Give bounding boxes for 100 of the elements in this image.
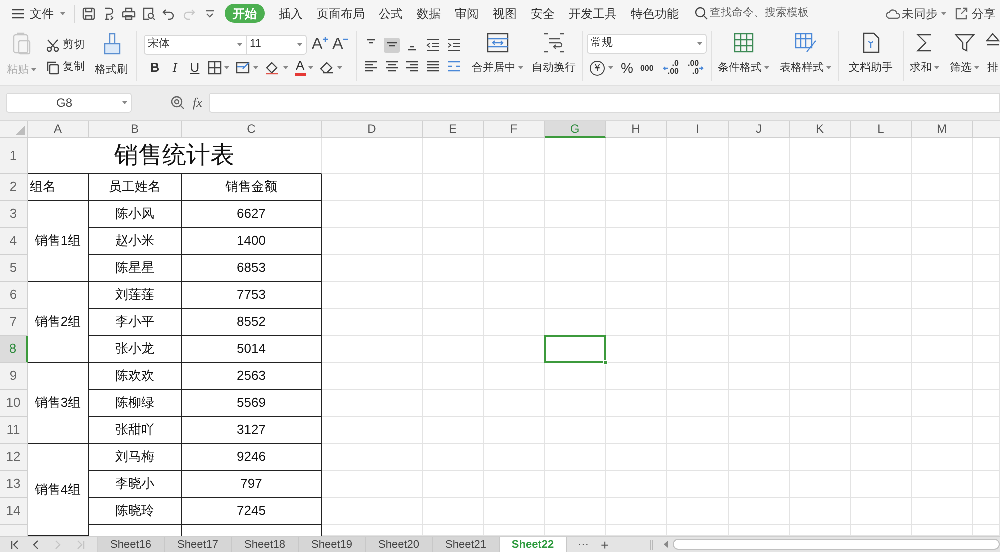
thousands-button[interactable]: 000 [640,64,654,72]
merge-center-button[interactable]: 合并居中 [472,27,524,85]
column-header[interactable]: I [667,121,729,138]
row-header[interactable]: 1 [0,138,28,174]
share-button[interactable]: 分享 [955,4,996,22]
cell-style-icon[interactable] [236,60,251,74]
zoom-icon[interactable] [170,95,186,111]
copy-icon[interactable] [46,60,60,74]
formula-input[interactable] [209,93,1000,113]
add-sheet-button[interactable]: + [598,537,612,552]
format-painter-button[interactable]: 格式刷 [95,27,128,85]
sheet-tab[interactable]: Sheet19 [299,537,366,552]
percent-button[interactable]: % [621,58,634,78]
row-header[interactable]: 14 [0,498,28,525]
font-color-button[interactable]: A [295,58,314,78]
copy-button[interactable]: 复制 [46,58,85,78]
caret-icon[interactable] [974,66,980,70]
conditional-format-button[interactable]: 条件格式 [718,27,770,85]
scissors-icon[interactable] [46,38,60,52]
search-field[interactable]: 查找命令、搜索模板 [710,5,814,22]
row-header[interactable]: 12 [0,444,28,471]
menu-tab[interactable]: 插入 [273,4,309,23]
function-button[interactable]: fx [193,93,202,113]
menu-tab[interactable]: 审阅 [449,4,485,23]
fill-handle[interactable] [603,360,608,365]
justify-icon[interactable] [425,59,442,74]
paint-bucket-icon[interactable] [265,60,281,74]
increase-indent-icon[interactable] [446,38,462,53]
align-center-icon[interactable] [384,59,400,74]
table-grid-icon[interactable] [732,32,756,54]
font-select[interactable]: 宋体 [144,34,247,54]
print-icon[interactable] [122,6,136,20]
caret-icon[interactable] [122,101,128,105]
menu-tab[interactable]: 安全 [525,4,561,23]
caret-icon[interactable] [283,66,289,70]
caret-icon[interactable] [934,66,940,70]
caret-icon[interactable] [941,12,947,16]
sheet-tab[interactable]: Sheet18 [232,537,299,552]
caret-icon[interactable] [308,66,314,70]
font-size-select[interactable]: 11 [247,34,307,54]
share-icon[interactable] [955,7,968,20]
menu-tab[interactable]: 页面布局 [311,4,371,23]
print-preview-icon[interactable] [142,6,156,20]
sheet-tab[interactable]: Sheet16 [98,537,165,552]
column-header[interactable]: D [322,121,423,138]
table-pen-icon[interactable] [794,32,818,54]
document-icon[interactable] [102,6,116,20]
row-header[interactable]: 5 [0,255,28,282]
menu-icon[interactable] [11,8,25,20]
underline-button[interactable]: U [188,58,202,78]
sync-button[interactable]: 未同步 [886,4,947,22]
menu-tab[interactable]: 公式 [373,4,409,23]
increase-font-button[interactable]: A [312,36,328,54]
column-header[interactable]: H [606,121,667,138]
caret-icon[interactable] [237,42,243,46]
filter-icon[interactable] [954,32,976,54]
caret-icon[interactable] [224,66,230,70]
caret-icon[interactable] [253,66,259,70]
italic-button[interactable]: I [168,58,182,78]
sort-button[interactable]: 排 [986,27,1000,85]
name-box[interactable]: G8 [6,93,132,113]
file-menu-button[interactable]: 文件 [11,2,66,24]
sheet-tab[interactable]: Sheet20 [366,537,433,552]
bold-button[interactable]: B [148,58,162,78]
filter-button[interactable]: 筛选 [950,27,980,85]
eraser-icon[interactable] [320,61,335,74]
caret-icon[interactable] [518,66,524,70]
row-header[interactable]: 13 [0,471,28,498]
row-header[interactable]: 11 [0,417,28,444]
column-header[interactable]: J [729,121,790,138]
row-header[interactable]: 3 [0,201,28,228]
caret-icon[interactable] [297,42,303,46]
caret-icon[interactable] [697,42,704,46]
merge-cells-icon[interactable] [486,32,510,54]
undo-icon[interactable] [162,6,176,20]
row-header[interactable]: 9 [0,363,28,390]
row-header[interactable]: 6 [0,282,28,309]
doc-assistant-button[interactable]: 文档助手 [849,27,894,85]
scroll-left-icon[interactable] [663,541,670,548]
distribute-icon[interactable] [446,59,462,74]
row-header[interactable]: 4 [0,228,28,255]
sheet-tab[interactable]: Sheet17 [165,537,232,552]
align-middle-icon[interactable] [384,38,400,53]
first-sheet-icon[interactable] [10,540,20,550]
caret-icon[interactable] [826,66,832,70]
horizontal-scrollbar[interactable] [673,539,1000,550]
selected-cell[interactable] [544,335,606,363]
save-icon[interactable] [82,6,96,20]
caret-icon[interactable] [608,66,614,70]
more-sheets-button[interactable]: ⋯ [575,537,592,552]
increase-decimal-button[interactable]: .0 .00 [662,60,679,76]
sum-button[interactable]: 求和 [910,27,940,85]
cut-button[interactable]: 剪切 [46,36,85,56]
column-header[interactable]: B [89,121,182,138]
row-header[interactable]: 10 [0,390,28,417]
decrease-font-button[interactable]: A [332,36,348,54]
wrap-text-icon[interactable] [542,32,566,54]
sheet-tab[interactable]: Sheet21 [433,537,500,552]
caret-icon[interactable] [60,12,66,16]
column-header[interactable]: C [182,121,322,138]
